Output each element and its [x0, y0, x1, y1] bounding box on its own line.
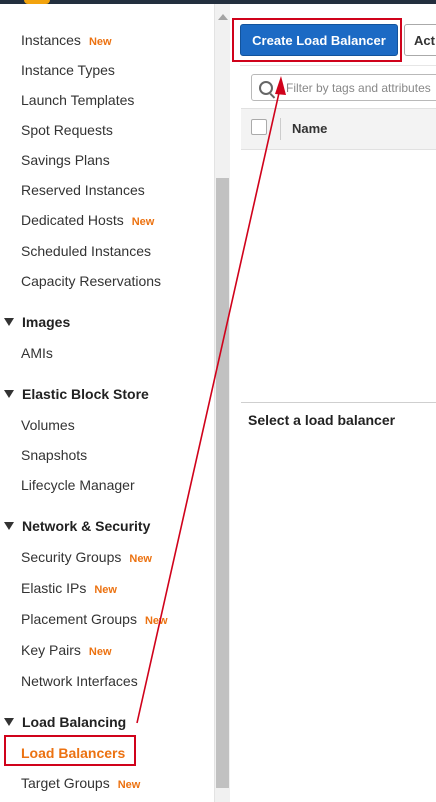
arrow-head-icon — [275, 76, 286, 95]
arrow-line — [136, 83, 282, 724]
annotation-arrow — [136, 76, 286, 724]
